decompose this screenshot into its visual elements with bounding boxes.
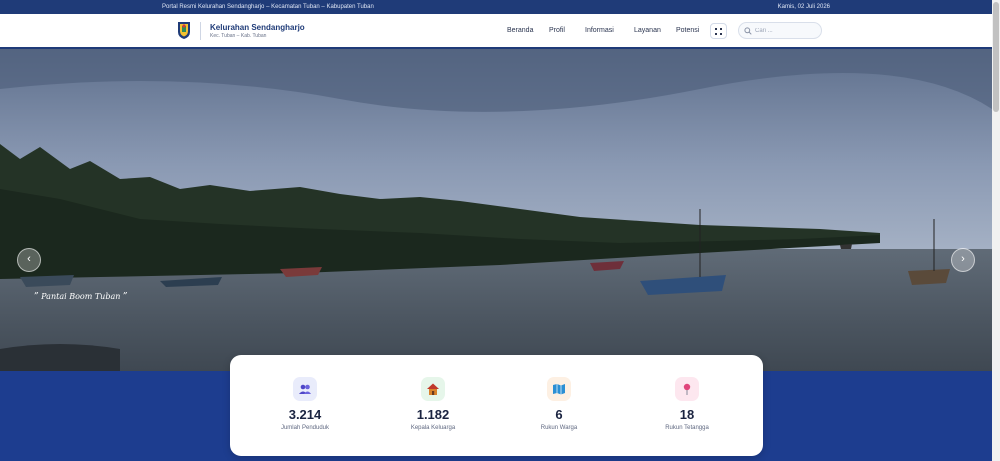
search-box[interactable] bbox=[738, 22, 822, 39]
site-title[interactable]: Kelurahan Sendangharjo bbox=[210, 23, 305, 32]
stat-label: Rukun Tetangga bbox=[665, 425, 709, 431]
nav-layanan[interactable]: Layanan bbox=[634, 27, 661, 34]
stat-rukun-tetangga: 18 Rukun Tetangga bbox=[627, 377, 747, 431]
stat-penduduk: 3.214 Jumlah Penduduk bbox=[245, 377, 365, 431]
hero-caption: ” Pantai Boom Tuban ” bbox=[34, 292, 128, 302]
people-icon bbox=[293, 377, 317, 401]
portal-tagline: Portal Resmi Kelurahan Sendangharjo – Ke… bbox=[162, 4, 374, 10]
stat-value: 18 bbox=[679, 407, 695, 422]
stat-label: Rukun Warga bbox=[540, 425, 578, 431]
stat-value: 3.214 bbox=[288, 407, 322, 422]
map-icon bbox=[547, 377, 571, 401]
stat-rukun-warga: 6 Rukun Warga bbox=[499, 377, 619, 431]
top-info-bar: Portal Resmi Kelurahan Sendangharjo – Ke… bbox=[0, 0, 992, 14]
logo-divider bbox=[200, 22, 201, 40]
caption-text: Pantai Boom Tuban bbox=[41, 292, 121, 301]
stat-label: Kepala Keluarga bbox=[410, 425, 456, 431]
stat-label: Jumlah Penduduk bbox=[280, 425, 330, 431]
nav-profil[interactable]: Profil bbox=[549, 27, 565, 34]
scrollbar-thumb[interactable] bbox=[993, 2, 999, 112]
regency-crest-icon[interactable] bbox=[177, 21, 191, 40]
stat-kepala-keluarga: 1.182 Kepala Keluarga bbox=[373, 377, 493, 431]
hero-prev-button[interactable]: ‹ bbox=[17, 248, 41, 272]
search-input[interactable] bbox=[755, 25, 815, 36]
nav-beranda[interactable]: Beranda bbox=[507, 27, 533, 34]
current-date: Kamis, 02 Juli 2026 bbox=[777, 4, 830, 10]
beach-boats-photo bbox=[0, 49, 992, 371]
search-icon bbox=[744, 27, 752, 35]
site-subtitle: Kec. Tuban – Kab. Tuban bbox=[210, 33, 267, 39]
nav-informasi[interactable]: Informasi bbox=[585, 27, 614, 34]
stats-card: 3.214 Jumlah Penduduk 1.182 Kepala Kelua… bbox=[230, 355, 763, 456]
hero-slider: ‹ › ” Pantai Boom Tuban ” bbox=[0, 49, 992, 371]
grid-menu-icon[interactable] bbox=[710, 23, 727, 39]
page-scrollbar[interactable] bbox=[992, 0, 1000, 461]
pin-icon bbox=[675, 377, 699, 401]
caption-open-quote: ” bbox=[34, 292, 39, 302]
house-icon bbox=[421, 377, 445, 401]
stat-value: 6 bbox=[555, 407, 563, 422]
main-navbar: Kelurahan Sendangharjo Kec. Tuban – Kab.… bbox=[0, 14, 992, 49]
stat-value: 1.182 bbox=[416, 407, 450, 422]
hero-next-button[interactable]: › bbox=[951, 248, 975, 272]
nav-potensi[interactable]: Potensi bbox=[676, 27, 699, 34]
caption-close-quote: ” bbox=[122, 292, 128, 302]
